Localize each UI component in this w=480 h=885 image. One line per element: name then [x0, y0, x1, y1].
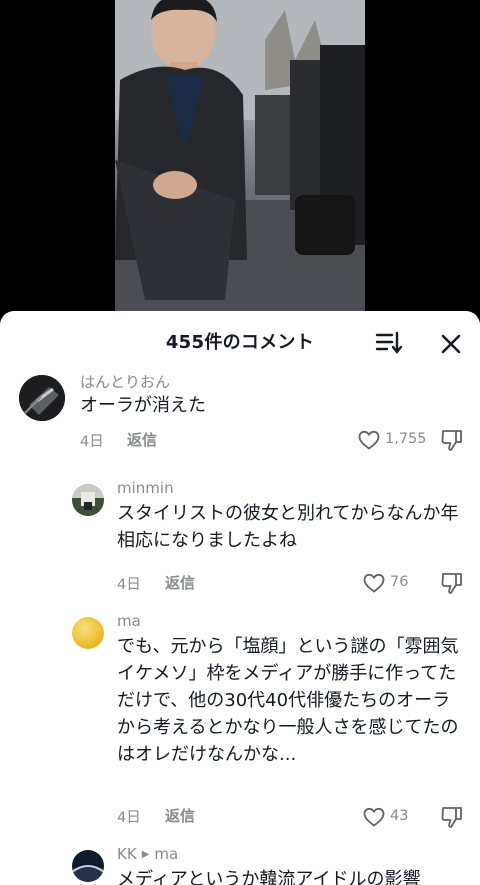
video-preview[interactable]	[115, 0, 365, 315]
reply-button[interactable]: 返信	[127, 429, 157, 450]
comment-date: 4日	[117, 810, 141, 826]
comment-username[interactable]: はんとりおん	[80, 371, 170, 392]
like-button[interactable]: 1,755	[357, 428, 437, 452]
dislike-button[interactable]	[439, 570, 465, 596]
comment-date: 4日	[80, 434, 104, 450]
avatar[interactable]	[72, 484, 104, 516]
thumbs-down-icon	[441, 430, 462, 451]
comment-text: オーラが消えた	[80, 395, 206, 416]
reply-button[interactable]: 返信	[165, 572, 195, 593]
comment-username[interactable]: ma	[117, 612, 141, 630]
sort-icon	[375, 331, 403, 354]
avatar[interactable]	[72, 850, 104, 882]
heart-icon	[358, 430, 380, 450]
sort-button[interactable]	[374, 330, 404, 356]
reply-arrow-icon: ▶	[141, 849, 150, 860]
comment-username[interactable]: minmin	[117, 479, 174, 497]
thumbs-down-icon	[441, 807, 462, 828]
comment-text: でも、元から「塩顔」という謎の「雰囲気イケメソ」枠をメディアが勝手に作ってただけ…	[117, 636, 459, 765]
like-count: 1,755	[385, 431, 427, 447]
reply-target[interactable]: ma	[154, 845, 178, 863]
thumbs-down-icon	[441, 573, 462, 594]
avatar[interactable]	[19, 375, 65, 421]
close-icon	[441, 334, 461, 354]
reply-button[interactable]: 返信	[165, 805, 195, 826]
reply-author[interactable]: KK	[117, 845, 137, 863]
like-button[interactable]: 43	[362, 805, 422, 829]
heart-icon	[363, 573, 385, 593]
comment-count-title: 455件のコメント	[165, 332, 315, 353]
like-button[interactable]: 76	[362, 571, 422, 595]
comment-text: メディアというか韓流アイドルの影響	[117, 869, 421, 885]
comments-header: 455件のコメント	[0, 311, 480, 369]
dislike-button[interactable]	[439, 427, 465, 453]
comments-sheet: 455件のコメント はんとりおん オーラが消えた 4日 返信 1,755 min…	[0, 311, 480, 885]
like-count: 43	[390, 808, 409, 824]
close-button[interactable]	[437, 330, 465, 358]
reply-item: KK ▶ ma メディアというか韓流アイドルの影響	[0, 845, 480, 885]
like-count: 76	[390, 574, 409, 590]
comment-username[interactable]: KK ▶ ma	[117, 845, 178, 863]
avatar[interactable]	[72, 617, 104, 649]
comment-text: スタイリストの彼女と別れてからなんか年相応になりましたよね	[117, 503, 459, 551]
reply-item: ma でも、元から「塩顔」という謎の「雰囲気イケメソ」枠をメディアが勝手に作って…	[0, 612, 480, 832]
comment-item: はんとりおん オーラが消えた 4日 返信 1,755	[0, 369, 480, 465]
heart-icon	[363, 807, 385, 827]
reply-item: minmin スタイリストの彼女と別れてからなんか年相応になりましたよね 4日 …	[0, 479, 480, 599]
comment-date: 4日	[117, 577, 141, 593]
dislike-button[interactable]	[439, 804, 465, 830]
